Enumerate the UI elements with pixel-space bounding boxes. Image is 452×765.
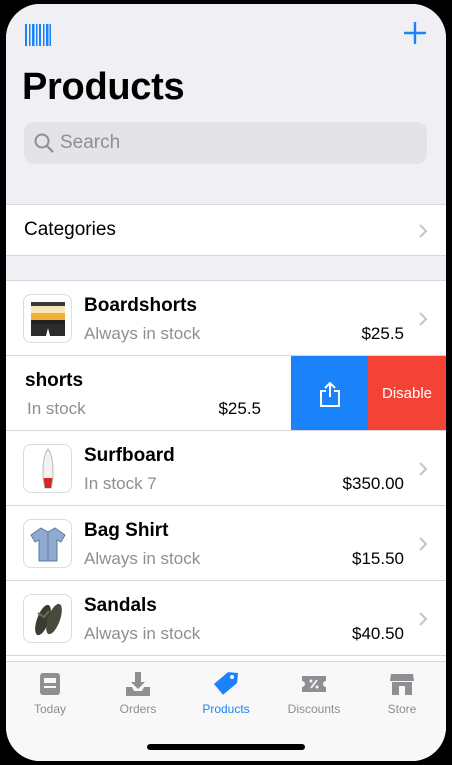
page-title: Products: [22, 66, 185, 108]
product-row-surfboard[interactable]: Surfboard In stock 7 $350.00: [6, 431, 446, 506]
product-name: Sandals: [84, 595, 157, 616]
disable-label: Disable: [381, 385, 433, 402]
tab-store[interactable]: Store: [358, 670, 446, 716]
product-row-sandals[interactable]: Sandals Always in stock $40.50: [6, 581, 446, 656]
today-icon: [40, 673, 60, 695]
product-stock: In stock 7: [84, 474, 157, 493]
product-price: $25.5: [361, 324, 404, 343]
chevron-right-icon: [419, 537, 428, 551]
section-gap: [6, 256, 446, 281]
product-row-bag-shirt[interactable]: Bag Shirt Always in stock $15.50: [6, 506, 446, 581]
tab-label: Products: [202, 702, 250, 716]
chevron-right-icon: [419, 612, 428, 626]
product-price: $350.00: [342, 474, 404, 493]
discount-icon: [302, 676, 326, 692]
search-icon: [34, 133, 54, 153]
tab-label: Discounts: [287, 702, 341, 716]
product-price: $40.50: [352, 624, 404, 643]
tab-label: Today: [33, 702, 67, 716]
tab-orders[interactable]: Orders: [94, 670, 182, 716]
tab-label: Orders: [119, 702, 157, 716]
categories-row[interactable]: Categories: [6, 204, 446, 256]
product-name: shorts: [25, 370, 84, 391]
categories-label: Categories: [24, 219, 116, 240]
product-row-boardshorts[interactable]: Boardshorts Always in stock $25.5: [6, 281, 446, 356]
product-thumbnail: [23, 444, 72, 493]
tab-today[interactable]: Today: [6, 670, 94, 716]
chevron-right-icon: [419, 224, 428, 238]
product-thumbnail: [23, 519, 72, 568]
product-name: Bag Shirt: [84, 520, 169, 541]
chevron-right-icon: [419, 312, 428, 326]
product-thumbnail: [23, 594, 72, 643]
product-thumbnail: [23, 294, 72, 343]
add-product-icon[interactable]: [404, 22, 426, 44]
product-stock: Always in stock: [84, 624, 201, 643]
search-bar[interactable]: [24, 122, 427, 164]
barcode-scanner-icon[interactable]: [25, 24, 51, 46]
product-list: Boardshorts Always in stock $25.5 shorts…: [6, 281, 446, 656]
orders-icon: [126, 672, 150, 696]
sandals-image: [34, 603, 62, 635]
product-price: $25.5: [218, 399, 261, 418]
tab-products[interactable]: Products: [182, 670, 270, 716]
disable-button[interactable]: Disable: [368, 356, 446, 430]
product-name: Boardshorts: [84, 295, 197, 316]
product-name: Surfboard: [84, 445, 175, 466]
product-stock: Always in stock: [84, 324, 201, 343]
product-stock: In stock: [27, 399, 86, 418]
chevron-right-icon: [419, 462, 428, 476]
share-icon: [319, 381, 340, 407]
store-icon: [390, 674, 414, 695]
surfboard-image: [42, 447, 53, 488]
product-price: $15.50: [352, 549, 404, 568]
search-input[interactable]: [60, 132, 400, 154]
phone-screen: Products Categories: [6, 4, 446, 761]
tab-label: Store: [387, 702, 417, 716]
product-row-shorts-swiped[interactable]: shorts In stock $25.5 Disable: [6, 356, 446, 431]
boardshorts-image: [30, 301, 65, 336]
shirt-image: [29, 526, 66, 561]
share-button[interactable]: [291, 356, 368, 430]
header: Products: [6, 4, 446, 204]
tab-discounts[interactable]: Discounts: [270, 670, 358, 716]
product-stock: Always in stock: [84, 549, 201, 568]
tag-icon: [213, 672, 239, 695]
home-indicator: [147, 744, 305, 750]
